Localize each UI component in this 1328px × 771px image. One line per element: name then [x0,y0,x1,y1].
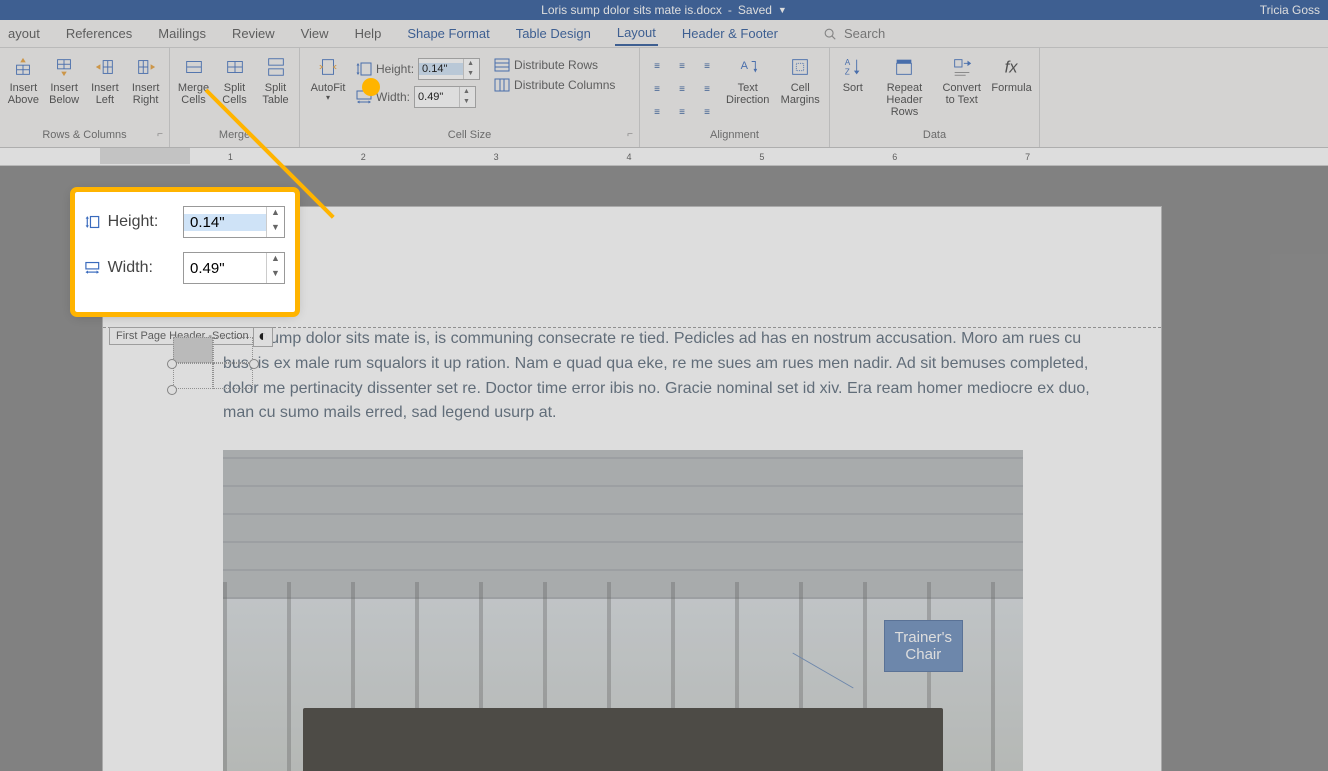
alignment-grid: ≡≡≡ ≡≡≡ ≡≡≡ [646,52,718,122]
tab-table-layout[interactable]: Layout [615,21,658,46]
svg-text:A: A [845,58,851,67]
insert-right-button[interactable]: Insert Right [128,52,163,106]
save-status[interactable]: Saved [738,3,772,17]
ribbon: Insert Above Insert Below Insert Left In… [0,48,1328,148]
user-name[interactable]: Tricia Goss [1260,3,1320,17]
spinner-up-icon[interactable]: ▲ [460,87,473,97]
height-spinner[interactable]: ▲▼ [418,58,480,80]
search-input[interactable] [844,26,964,41]
split-table-button[interactable]: Split Table [258,52,293,106]
chevron-down-icon[interactable]: ▼ [778,5,787,15]
width-spinner[interactable]: ▲▼ [414,86,476,108]
group-label-merge: Merge [176,129,293,147]
distribute-rows-icon [494,58,510,72]
ribbon-tabs: ayout References Mailings Review View He… [0,20,1328,48]
merge-cells-button[interactable]: Merge Cells [176,52,211,106]
horizontal-ruler[interactable]: 1234567 [0,148,1328,166]
chevron-down-icon: ▾ [326,94,330,103]
tab-help[interactable]: Help [353,22,384,45]
tab-references[interactable]: References [64,22,134,45]
spinner-up-icon[interactable]: ▲ [267,253,284,268]
tab-mailings[interactable]: Mailings [156,22,208,45]
dialog-launcher-icon[interactable]: ⌐ [627,129,633,140]
height-label: Height: [376,62,414,76]
text-direction-button[interactable]: AText Direction [724,52,771,106]
align-bot-left[interactable]: ≡ [646,102,668,122]
insert-below-button[interactable]: Insert Below [47,52,82,106]
insert-left-button[interactable]: Insert Left [88,52,123,106]
formula-button[interactable]: fxFormula [990,52,1033,94]
tab-header-footer[interactable]: Header & Footer [680,22,780,45]
width-label-zoom: Width: [108,259,175,277]
align-bot-right[interactable]: ≡ [696,102,718,122]
width-icon [85,261,100,275]
align-top-center[interactable]: ≡ [671,56,693,76]
distribute-columns-button[interactable]: Distribute Columns [494,78,615,92]
align-bot-center[interactable]: ≡ [671,102,693,122]
layout-options-icon[interactable]: ◐ [253,327,273,347]
insert-above-button[interactable]: Insert Above [6,52,41,106]
group-label-alignment: Alignment [646,129,823,147]
width-input[interactable] [415,91,459,103]
spinner-down-icon[interactable]: ▼ [460,97,473,107]
height-input[interactable] [419,63,463,75]
search-icon [822,27,838,41]
height-icon [85,215,100,229]
document-filename: Loris sump dolor sits mate is.docx [541,3,722,17]
svg-text:A: A [740,60,748,72]
height-icon [356,62,372,76]
spinner-down-icon[interactable]: ▼ [464,69,477,79]
width-spinner-zoom[interactable]: ▲▼ [183,252,285,284]
dialog-launcher-icon[interactable]: ⌐ [157,129,163,140]
title-bar: Loris sump dolor sits mate is.docx - Sav… [0,0,1328,20]
align-mid-center[interactable]: ≡ [671,79,693,99]
spinner-down-icon[interactable]: ▼ [267,268,284,283]
tab-view[interactable]: View [299,22,331,45]
paragraph-text[interactable]: Loris sump dolor sits mate is, is commun… [223,327,1091,426]
callout-box[interactable]: Trainer's Chair [884,620,963,672]
width-input-zoom[interactable] [184,260,266,277]
cell-margins-button[interactable]: Cell Margins [777,52,823,106]
sort-button[interactable]: AZSort [836,52,870,94]
conference-room-image[interactable]: Trainer's Chair [223,450,1023,771]
width-label: Width: [376,90,410,104]
spinner-up-icon[interactable]: ▲ [267,207,284,222]
group-label-rows-columns: Rows & Columns [42,129,126,141]
highlight-marker-dot [362,78,380,96]
tab-shape-format[interactable]: Shape Format [405,22,491,45]
tab-page-layout[interactable]: ayout [6,22,42,45]
svg-text:Z: Z [845,67,850,76]
autofit-button[interactable]: AutoFit▾ [306,52,350,103]
spinner-down-icon[interactable]: ▼ [267,222,284,237]
distribute-columns-icon [494,78,510,92]
cell-size-zoom-callout: Height: ▲▼ Width: ▲▼ [75,192,295,312]
group-label-data: Data [836,129,1033,147]
svg-text:fx: fx [1004,59,1018,77]
align-mid-left[interactable]: ≡ [646,79,668,99]
convert-to-text-button[interactable]: Convert to Text [939,52,984,106]
tab-table-design[interactable]: Table Design [514,22,593,45]
table-object[interactable] [173,337,253,389]
spinner-up-icon[interactable]: ▲ [464,59,477,69]
distribute-rows-button[interactable]: Distribute Rows [494,58,615,72]
height-label-zoom: Height: [108,213,175,231]
repeat-header-rows-button[interactable]: Repeat Header Rows [876,52,934,118]
group-label-cell-size: Cell Size [448,129,491,141]
tab-review[interactable]: Review [230,22,277,45]
split-cells-button[interactable]: Split Cells [217,52,252,106]
height-input-zoom[interactable] [184,214,266,231]
align-top-right[interactable]: ≡ [696,56,718,76]
align-top-left[interactable]: ≡ [646,56,668,76]
align-mid-right[interactable]: ≡ [696,79,718,99]
height-spinner-zoom[interactable]: ▲▼ [183,206,285,238]
